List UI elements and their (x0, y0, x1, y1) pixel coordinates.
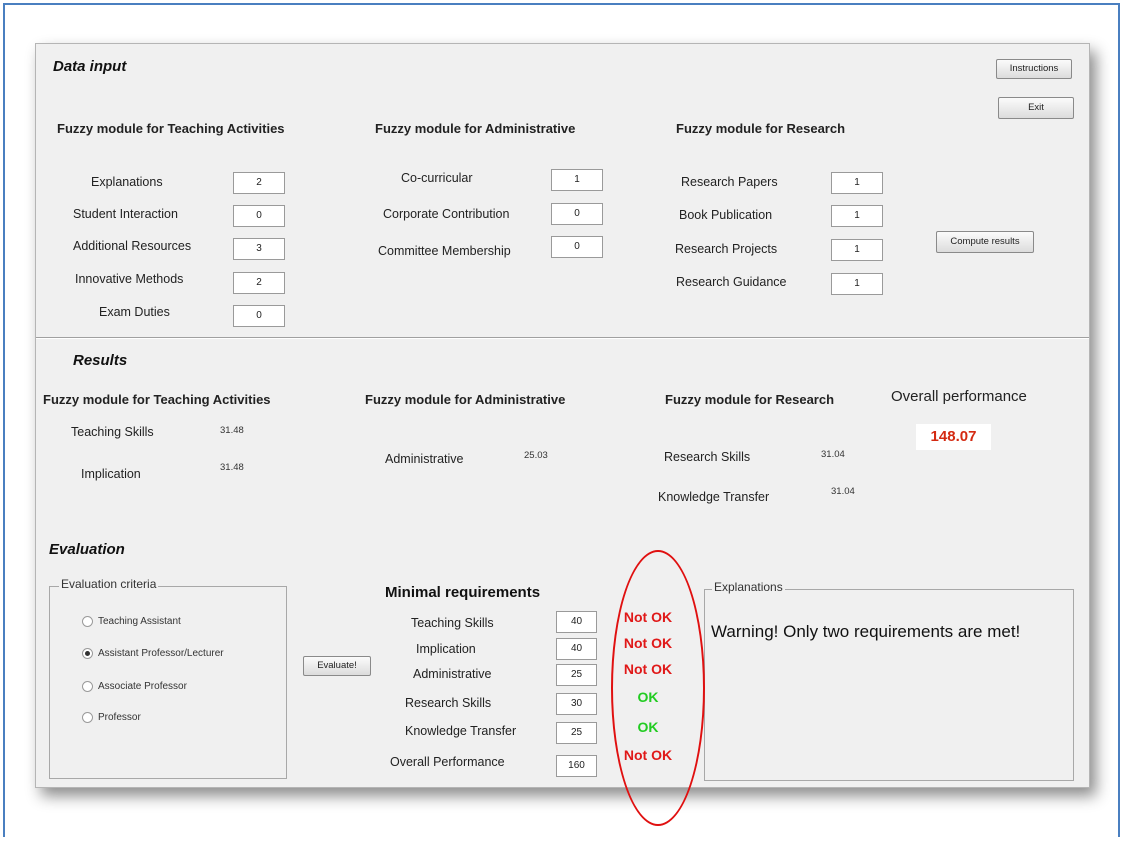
evaluation-criteria-legend: Evaluation criteria (59, 577, 159, 591)
evaluation-title: Evaluation (49, 541, 125, 558)
min-teaching-skills-input[interactable]: 40 (556, 611, 597, 633)
co-curricular-label: Co-curricular (401, 171, 473, 185)
research-skills-label: Research Skills (664, 450, 751, 464)
min-research-skills-input[interactable]: 30 (556, 693, 597, 715)
compute-results-button[interactable]: Compute results (936, 231, 1034, 253)
associate-professor-label[interactable]: Associate Professor (98, 681, 187, 692)
research-guidance-label: Research Guidance (676, 275, 787, 289)
implication-label: Implication (81, 467, 141, 481)
section-divider-input-results (36, 337, 1089, 339)
explanations-text: Warning! Only two requirements are met! (711, 622, 1021, 641)
overall-performance-label: Overall performance (891, 388, 1027, 405)
min-research-skills-label: Research Skills (405, 696, 492, 710)
additional-resources-label: Additional Resources (73, 239, 192, 253)
corporate-contribution-input[interactable]: 0 (551, 203, 603, 225)
teaching-results-title: Fuzzy module for Teaching Activities (43, 392, 271, 407)
knowledge-transfer-value: 31.04 (831, 486, 855, 497)
evaluate-button[interactable]: Evaluate! (303, 656, 371, 676)
implication-value: 31.48 (220, 462, 244, 473)
annotation-ellipse (611, 550, 705, 826)
exam-duties-input[interactable]: 0 (233, 305, 285, 327)
co-curricular-input[interactable]: 1 (551, 169, 603, 191)
min-administrative-label: Administrative (413, 667, 492, 681)
committee-membership-input[interactable]: 0 (551, 236, 603, 258)
research-papers-input[interactable]: 1 (831, 172, 883, 194)
radio-professor[interactable] (82, 712, 93, 723)
app-window: Data input Instructions Exit Fuzzy modul… (35, 43, 1090, 788)
administrative-input-title: Fuzzy module for Administrative (375, 121, 576, 136)
professor-label[interactable]: Professor (98, 712, 141, 723)
book-publication-label: Book Publication (679, 208, 773, 222)
assistant-professor-label[interactable]: Assistant Professor/Lecturer (98, 648, 224, 659)
student-interaction-label: Student Interaction (73, 207, 178, 221)
minimal-requirements-title: Minimal requirements (385, 584, 541, 601)
min-knowledge-transfer-label: Knowledge Transfer (405, 724, 517, 738)
research-projects-input[interactable]: 1 (831, 239, 883, 261)
research-results-title: Fuzzy module for Research (665, 392, 835, 407)
exam-duties-label: Exam Duties (99, 305, 170, 319)
results-title: Results (73, 352, 128, 369)
data-input-title: Data input (53, 58, 127, 75)
research-papers-label: Research Papers (681, 175, 778, 189)
innovative-methods-input[interactable]: 2 (233, 272, 285, 294)
min-implication-label: Implication (416, 642, 476, 656)
min-overall-performance-input[interactable]: 160 (556, 755, 597, 777)
research-projects-label: Research Projects (675, 242, 778, 256)
teaching-assistant-label[interactable]: Teaching Assistant (98, 616, 181, 627)
administrative-label: Administrative (385, 452, 464, 466)
teaching-skills-label: Teaching Skills (71, 425, 154, 439)
research-guidance-input[interactable]: 1 (831, 273, 883, 295)
administrative-value: 25.03 (524, 450, 548, 461)
min-overall-performance-label: Overall Performance (390, 755, 505, 769)
research-input-title: Fuzzy module for Research (676, 121, 846, 136)
radio-associate-professor[interactable] (82, 681, 93, 692)
explanations-input[interactable]: 2 (233, 172, 285, 194)
teaching-skills-value: 31.48 (220, 425, 244, 436)
research-skills-value: 31.04 (821, 449, 845, 460)
overall-performance-value: 148.07 (916, 424, 991, 450)
book-publication-input[interactable]: 1 (831, 205, 883, 227)
min-implication-input[interactable]: 40 (556, 638, 597, 660)
innovative-methods-label: Innovative Methods (75, 272, 184, 286)
corporate-contribution-label: Corporate Contribution (383, 207, 510, 221)
radio-assistant-professor[interactable] (82, 648, 93, 659)
instructions-button[interactable]: Instructions (996, 59, 1072, 79)
teaching-input-title: Fuzzy module for Teaching Activities (57, 121, 285, 136)
min-teaching-skills-label: Teaching Skills (411, 616, 494, 630)
min-administrative-input[interactable]: 25 (556, 664, 597, 686)
committee-membership-label: Committee Membership (378, 244, 511, 258)
explanations-label: Explanations (91, 175, 163, 189)
explanations-legend: Explanations (712, 580, 785, 594)
knowledge-transfer-label: Knowledge Transfer (658, 490, 770, 504)
explanations-group (704, 589, 1074, 781)
student-interaction-input[interactable]: 0 (233, 205, 285, 227)
min-knowledge-transfer-input[interactable]: 25 (556, 722, 597, 744)
administrative-results-title: Fuzzy module for Administrative (365, 392, 566, 407)
radio-teaching-assistant[interactable] (82, 616, 93, 627)
exit-button[interactable]: Exit (998, 97, 1074, 119)
additional-resources-input[interactable]: 3 (233, 238, 285, 260)
